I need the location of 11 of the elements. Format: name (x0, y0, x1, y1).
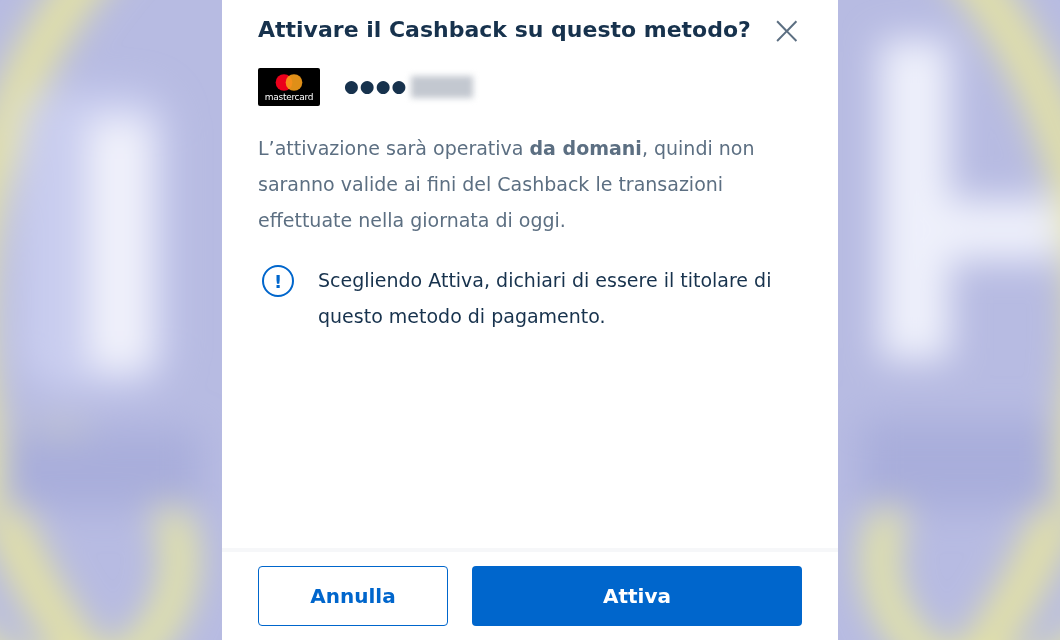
cancel-button[interactable]: Annulla (258, 566, 448, 626)
description: L’attivazione sarà operativa da domani, quindi non saranno valide ai fini del Cashback le transazioni effettuate nella giornata di oggi. (258, 136, 756, 233)
redacted-digits (411, 76, 474, 98)
activate-button[interactable]: Attiva (472, 566, 802, 626)
brand-text: mastercard (264, 91, 314, 102)
dialog-title: Attivare il Cashback su questo metodo? (258, 16, 751, 44)
info-icon: ! (262, 265, 294, 297)
masked-number: ●●●● (344, 75, 408, 99)
notice-text: Scegliendo Attiva, dichiari di essere il titolare di questo metodo di pagamento. (318, 268, 773, 329)
close-button[interactable]: × (770, 12, 802, 48)
circles-icon (274, 72, 304, 92)
